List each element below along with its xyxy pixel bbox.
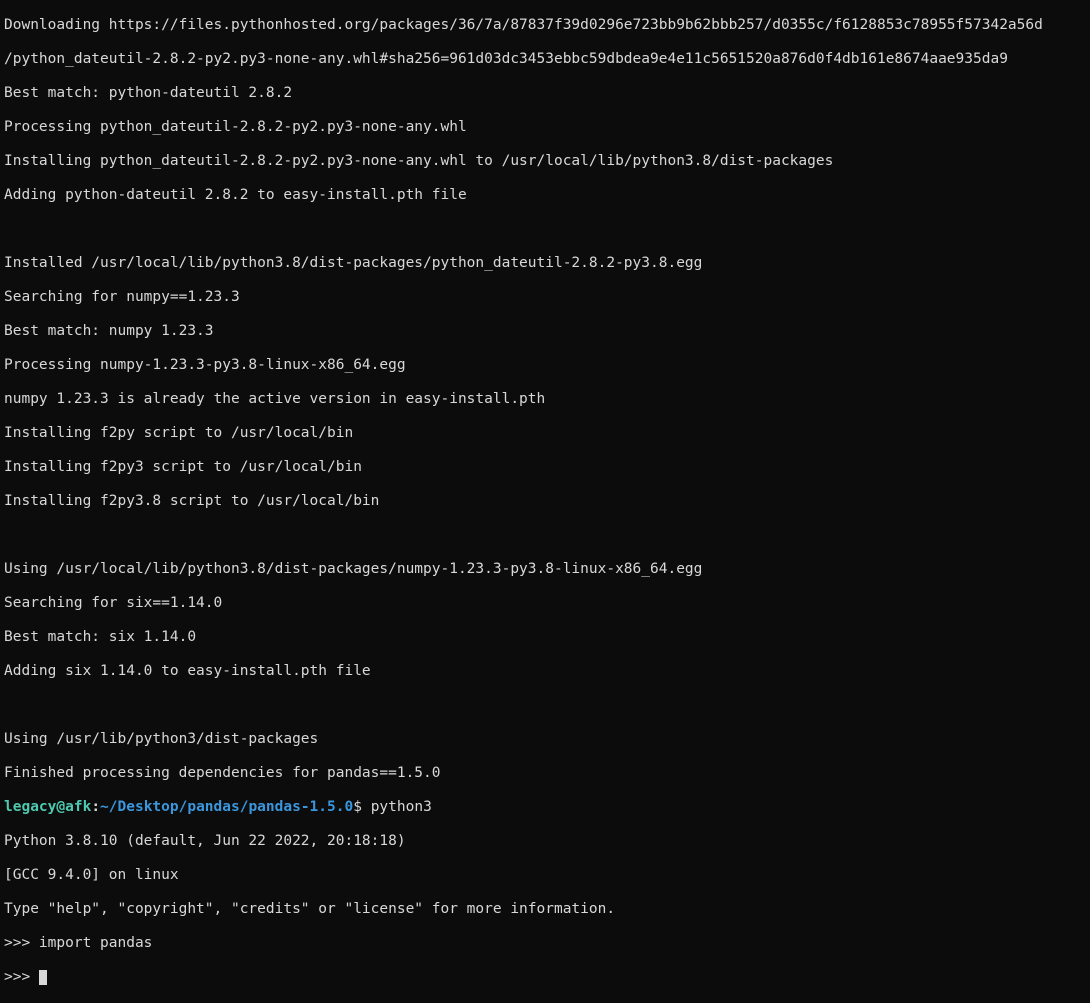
prompt-dollar: $ [353, 799, 370, 815]
output-line: Using /usr/local/lib/python3.8/dist-pack… [4, 561, 1086, 578]
output-line: Adding python-dateutil 2.8.2 to easy-ins… [4, 187, 1086, 204]
output-line: numpy 1.23.3 is already the active versi… [4, 391, 1086, 408]
output-line: Best match: six 1.14.0 [4, 629, 1086, 646]
output-line: Downloading https://files.pythonhosted.o… [4, 17, 1086, 34]
repl-prompt-line[interactable]: >>> [4, 969, 1086, 986]
repl-prompt: >>> [4, 969, 39, 985]
output-line: Searching for numpy==1.23.3 [4, 289, 1086, 306]
prompt-line: legacy@afk:~/Desktop/pandas/pandas-1.5.0… [4, 799, 1086, 816]
prompt-colon: : [91, 799, 100, 815]
output-line: /python_dateutil-2.8.2-py2.py3-none-any.… [4, 51, 1086, 68]
output-line [4, 221, 1086, 238]
terminal-output[interactable]: Downloading https://files.pythonhosted.o… [4, 0, 1086, 1003]
prompt-path: ~/Desktop/pandas/pandas-1.5.0 [100, 799, 353, 815]
output-line [4, 527, 1086, 544]
cursor-icon [39, 970, 47, 985]
output-line: Best match: numpy 1.23.3 [4, 323, 1086, 340]
output-line: Best match: python-dateutil 2.8.2 [4, 85, 1086, 102]
output-line: [GCC 9.4.0] on linux [4, 867, 1086, 884]
output-line: Using /usr/lib/python3/dist-packages [4, 731, 1086, 748]
output-line: Adding six 1.14.0 to easy-install.pth fi… [4, 663, 1086, 680]
output-line: Searching for six==1.14.0 [4, 595, 1086, 612]
prompt-command: python3 [371, 799, 432, 815]
output-line: Installing python_dateutil-2.8.2-py2.py3… [4, 153, 1086, 170]
output-line: Installed /usr/local/lib/python3.8/dist-… [4, 255, 1086, 272]
output-line: Installing f2py3.8 script to /usr/local/… [4, 493, 1086, 510]
repl-line: >>> import pandas [4, 935, 1086, 952]
output-line: Installing f2py3 script to /usr/local/bi… [4, 459, 1086, 476]
output-line: Processing python_dateutil-2.8.2-py2.py3… [4, 119, 1086, 136]
output-line: Processing numpy-1.23.3-py3.8-linux-x86_… [4, 357, 1086, 374]
prompt-user-host: legacy@afk [4, 799, 91, 815]
output-line: Python 3.8.10 (default, Jun 22 2022, 20:… [4, 833, 1086, 850]
output-line: Installing f2py script to /usr/local/bin [4, 425, 1086, 442]
output-line: Finished processing dependencies for pan… [4, 765, 1086, 782]
output-line: Type "help", "copyright", "credits" or "… [4, 901, 1086, 918]
output-line [4, 697, 1086, 714]
